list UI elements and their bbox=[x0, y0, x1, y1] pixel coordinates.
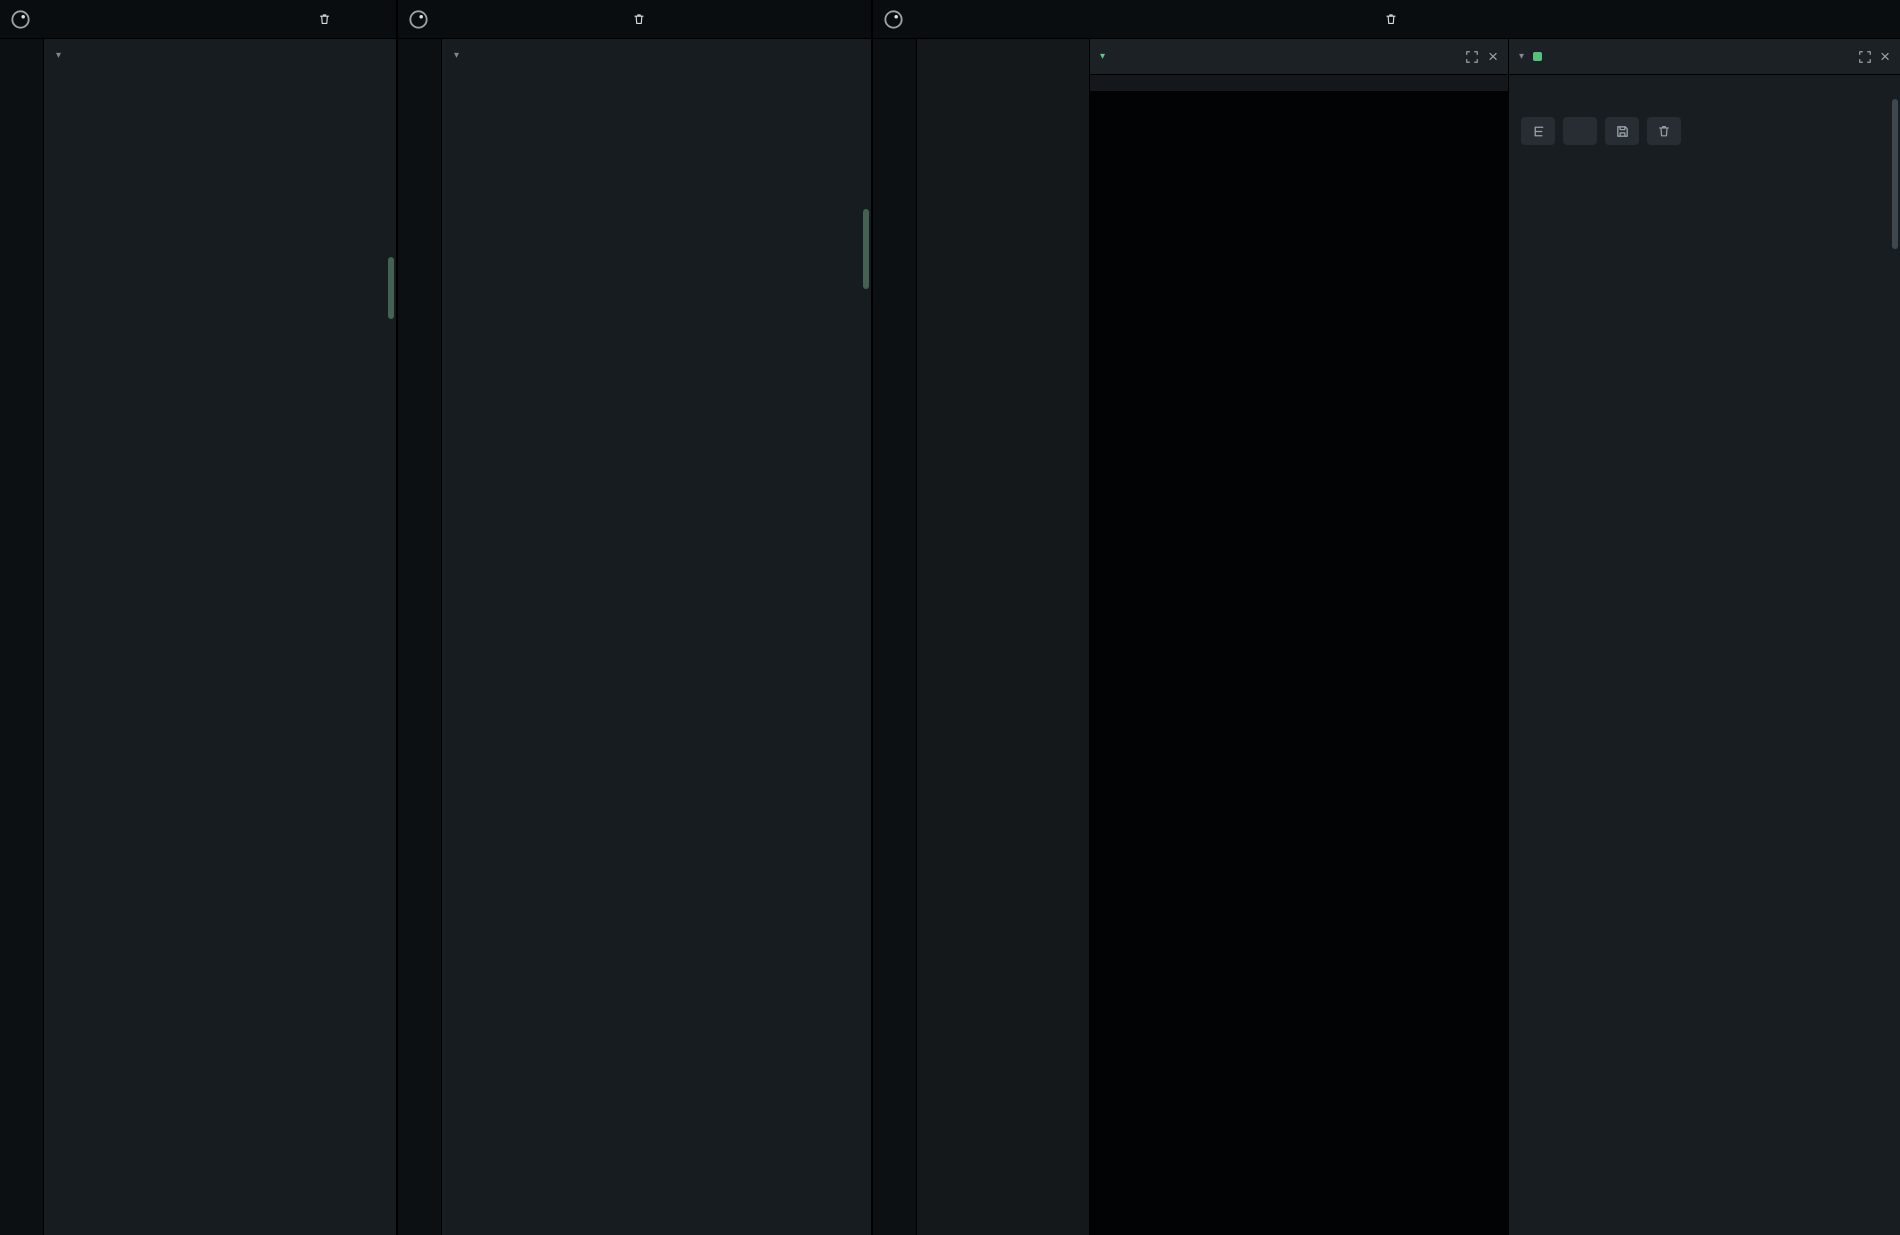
icon-rail bbox=[873, 39, 917, 1235]
entity-inspector: ▾ × bbox=[1509, 39, 1900, 1235]
chevron-down-icon[interactable]: ▾ bbox=[1519, 52, 1524, 62]
floppy-icon bbox=[1615, 124, 1630, 139]
inspector-header: ▾ × bbox=[1509, 39, 1900, 75]
time-range-tabs bbox=[442, 69, 871, 87]
trash-icon[interactable] bbox=[632, 12, 645, 26]
center-column: ▾ × bbox=[1090, 39, 1509, 1235]
entity-tree bbox=[917, 39, 1090, 1235]
scrollbar-thumb[interactable] bbox=[388, 257, 394, 319]
window-header bbox=[398, 0, 871, 39]
trash-icon[interactable] bbox=[318, 12, 331, 26]
pipeline-cards bbox=[44, 87, 396, 89]
parent-row bbox=[1521, 83, 1888, 109]
time-range-tabs bbox=[44, 69, 396, 87]
flecs-logo-icon bbox=[10, 9, 31, 30]
expand-icon[interactable] bbox=[1858, 50, 1872, 64]
close-icon[interactable]: × bbox=[1880, 48, 1890, 65]
delete-button[interactable] bbox=[1647, 117, 1681, 145]
hierarchy-icon bbox=[1531, 124, 1546, 139]
pipeline-panel: ▾ bbox=[44, 39, 396, 1235]
scrollbar-thumb[interactable] bbox=[1892, 99, 1898, 249]
tree-view-button[interactable] bbox=[1521, 117, 1555, 145]
query-panel: ▾ × bbox=[1090, 39, 1508, 91]
chevron-down-icon: ▾ bbox=[454, 51, 459, 61]
expand-icon[interactable] bbox=[1465, 50, 1479, 64]
window-header bbox=[873, 0, 1900, 39]
icon-rail bbox=[398, 39, 442, 1235]
chevron-down-icon: ▾ bbox=[56, 51, 61, 61]
inspector-buttons bbox=[1521, 117, 1888, 145]
trash-icon[interactable] bbox=[1384, 12, 1397, 26]
chevron-down-icon[interactable]: ▾ bbox=[1100, 52, 1105, 62]
entity-kind-square bbox=[1533, 52, 1542, 61]
scrollbar-thumb[interactable] bbox=[863, 209, 869, 289]
flecs-logo-icon bbox=[408, 9, 429, 30]
main-window: ▾ × ▾ bbox=[873, 0, 1900, 1235]
icon-rail bbox=[0, 39, 44, 1235]
world-window: ▾ bbox=[398, 0, 873, 1235]
inspector-scroll bbox=[1509, 75, 1900, 1235]
window-header bbox=[0, 0, 396, 39]
query-bar: ▾ × bbox=[1090, 39, 1508, 75]
game-canvas[interactable] bbox=[1090, 91, 1508, 1235]
panel-title[interactable]: ▾ bbox=[442, 39, 871, 69]
pipeline-window: ▾ bbox=[0, 0, 398, 1235]
panel-title[interactable]: ▾ bbox=[44, 39, 396, 69]
save-button[interactable] bbox=[1605, 117, 1639, 145]
disable-button[interactable] bbox=[1563, 117, 1597, 145]
world-panel: ▾ bbox=[442, 39, 871, 1235]
flecs-logo-icon bbox=[883, 9, 904, 30]
close-icon[interactable]: × bbox=[1488, 48, 1498, 65]
trash-icon bbox=[1657, 124, 1671, 138]
query-results-header bbox=[1090, 75, 1508, 91]
flecs-explorer-app: ▾ ▾ bbox=[0, 0, 1900, 1235]
